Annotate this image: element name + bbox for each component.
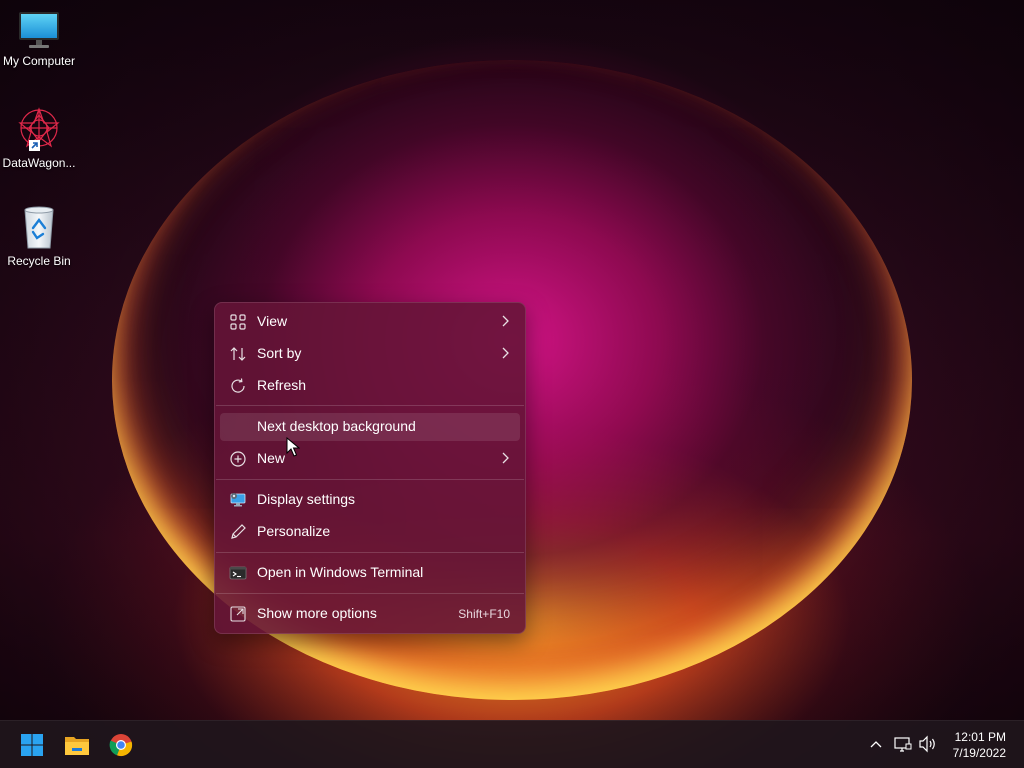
volume-icon[interactable]: [918, 735, 938, 753]
menu-separator: [216, 593, 524, 594]
mouse-cursor-icon: [286, 437, 300, 457]
menu-item-sort-by[interactable]: Sort by: [220, 340, 520, 368]
desktop-icon-label: DataWagon...: [2, 156, 76, 170]
expand-icon: [230, 606, 246, 622]
menu-separator: [216, 405, 524, 406]
menu-separator: [216, 479, 524, 480]
menu-item-label: Display settings: [257, 491, 356, 507]
datawagon-app-icon: [18, 107, 60, 151]
taskbar-file-explorer[interactable]: [60, 729, 94, 761]
desktop-icon-datawagon[interactable]: DataWagon...: [0, 106, 78, 170]
menu-item-view[interactable]: View: [220, 308, 520, 336]
menu-item-open-windows-terminal[interactable]: Open in Windows Terminal: [220, 559, 520, 587]
chrome-icon: [109, 734, 133, 757]
desktop-icon-label: Recycle Bin: [7, 254, 71, 268]
menu-item-label: Open in Windows Terminal: [257, 564, 424, 580]
taskbar-chrome[interactable]: [104, 729, 138, 761]
menu-item-display-settings[interactable]: Display settings: [220, 486, 520, 514]
menu-item-label: Show more options: [257, 605, 377, 621]
pen-icon: [231, 524, 246, 539]
desktop-icon-recycle-bin[interactable]: Recycle Bin: [0, 204, 78, 268]
desktop[interactable]: My Computer DataWagon... Recycle Bin Vie…: [0, 0, 1024, 768]
chevron-right-icon: [502, 315, 509, 327]
menu-item-next-desktop-background[interactable]: Next desktop background: [220, 413, 520, 441]
sort-arrows-icon: [230, 347, 246, 361]
chevron-right-icon: [502, 452, 509, 464]
windows-start-icon: [21, 734, 43, 756]
monitor-icon: [19, 12, 59, 48]
menu-item-label: Refresh: [257, 377, 307, 393]
menu-item-personalize[interactable]: Personalize: [220, 518, 520, 546]
folder-icon: [65, 737, 89, 755]
clock-time: 12:01 PM: [954, 730, 1006, 744]
grid-icon: [230, 314, 246, 330]
start-button[interactable]: [15, 729, 49, 761]
keyboard-shortcut: Shift+F10: [458, 607, 510, 621]
menu-separator: [216, 552, 524, 553]
network-icon[interactable]: [894, 735, 912, 753]
plus-circle-icon: [230, 451, 246, 467]
menu-item-label: New: [257, 450, 286, 466]
system-clock[interactable]: 12:01 PM 7/19/2022: [936, 729, 1006, 761]
menu-item-label: View: [257, 313, 288, 329]
chevron-right-icon: [502, 347, 509, 359]
menu-item-refresh[interactable]: Refresh: [220, 372, 520, 400]
menu-item-show-more-options[interactable]: Show more options Shift+F10: [220, 600, 520, 628]
desktop-context-menu: View Sort by Refresh Next desktop backgr…: [214, 302, 526, 634]
display-settings-icon: [230, 493, 246, 507]
menu-item-label: Sort by: [257, 345, 302, 361]
refresh-icon: [231, 378, 245, 393]
menu-item-new[interactable]: New: [220, 445, 520, 473]
menu-item-label: Next desktop background: [257, 418, 416, 434]
taskbar: 12:01 PM 7/19/2022: [0, 720, 1024, 768]
menu-item-label: Personalize: [257, 523, 331, 539]
terminal-icon: [229, 566, 247, 580]
desktop-icon-my-computer[interactable]: My Computer: [0, 10, 78, 68]
desktop-icon-label: My Computer: [2, 54, 76, 68]
recycle-bin-icon: [24, 206, 54, 249]
clock-date: 7/19/2022: [952, 746, 1006, 760]
chevron-up-icon[interactable]: [868, 735, 884, 753]
